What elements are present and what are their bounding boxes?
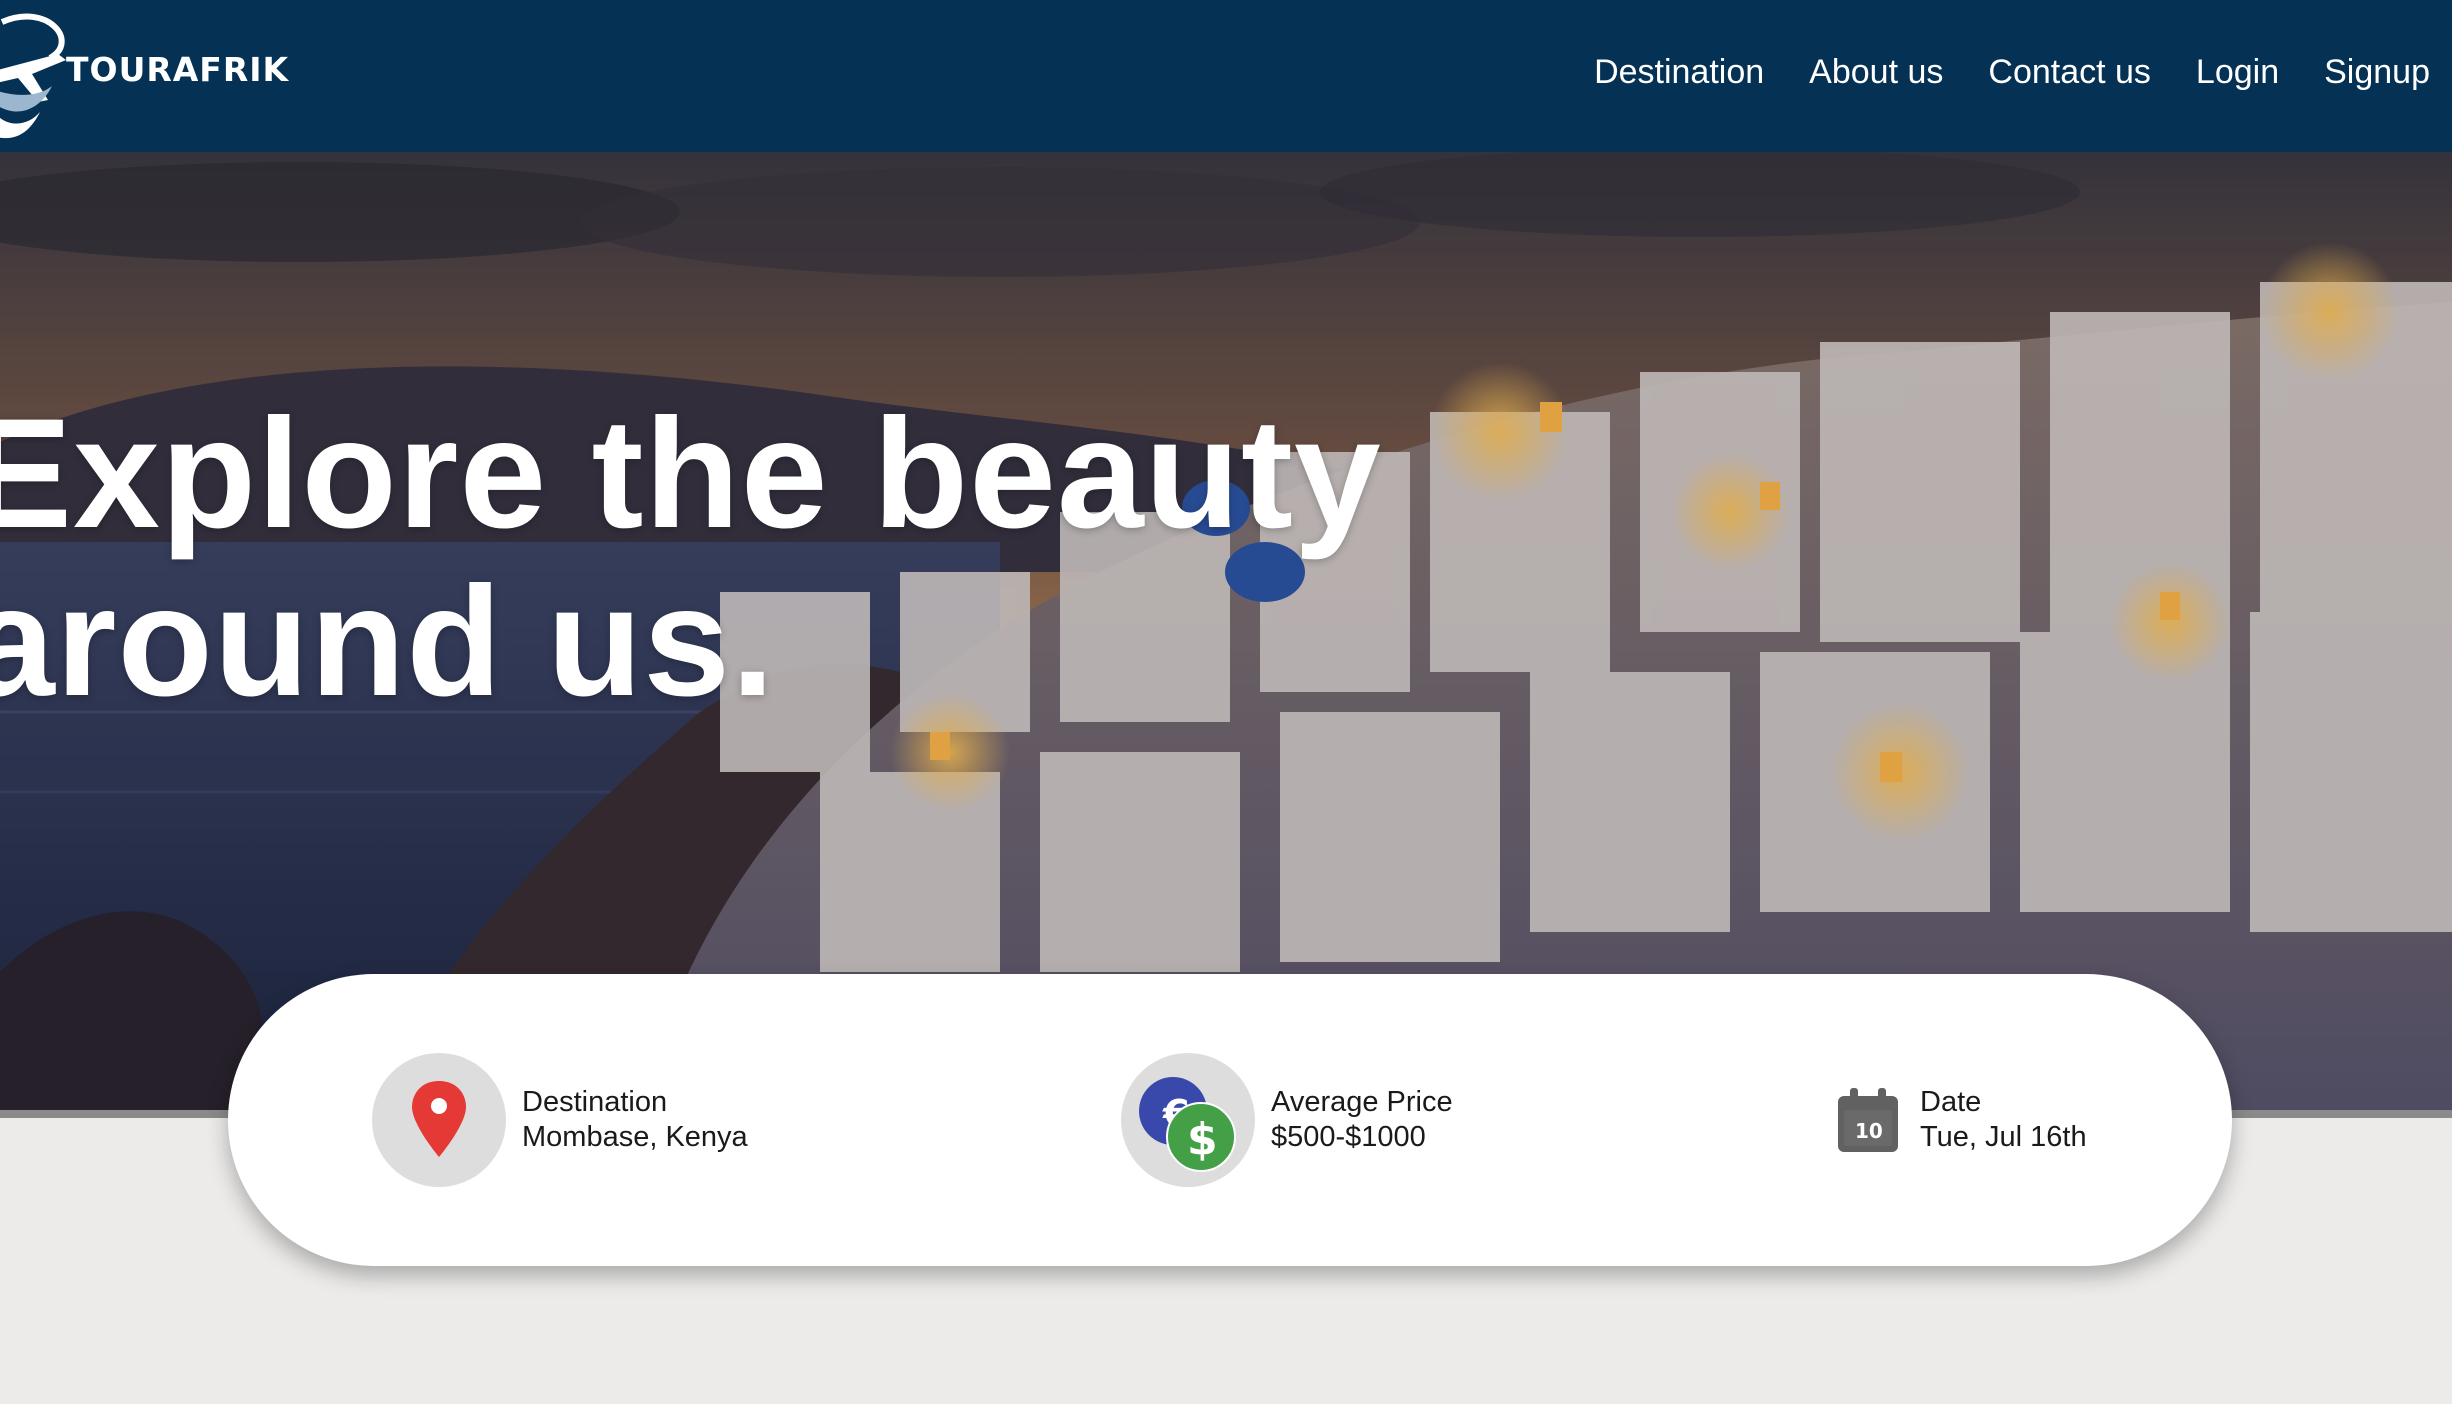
date-selector[interactable]: 10 Date Tue, Jul 16th: [1832, 1052, 2087, 1188]
nav-about-link[interactable]: About us: [1809, 48, 1943, 96]
destination-value: Mombase, Kenya: [522, 1121, 748, 1153]
price-value: $500-$1000: [1271, 1121, 1426, 1153]
hero-heading: Explore the beauty around us.: [0, 390, 1382, 726]
hero-heading-line2: around us.: [0, 555, 776, 729]
map-pin-icon: [412, 1081, 466, 1157]
date-text: Date Tue, Jul 16th: [1920, 1085, 2087, 1155]
nav-contact-link[interactable]: Contact us: [1988, 48, 2151, 96]
hero-heading-line1: Explore the beauty: [0, 387, 1382, 561]
destination-text: Destination Mombase, Kenya: [522, 1085, 748, 1155]
nav-menu: Destination About us Contact us Login Si…: [1594, 48, 2430, 96]
calendar-day-number: 10: [1855, 1119, 1883, 1143]
logo[interactable]: TOURAFRIK: [0, 0, 300, 152]
date-value: Tue, Jul 16th: [1920, 1121, 2087, 1153]
hero-banner: Explore the beauty around us.: [0, 152, 2452, 1112]
brand-name: TOURAFRIK: [66, 50, 290, 89]
page: TOURAFRIK Destination About us Contact u…: [0, 0, 2452, 1404]
price-text: Average Price $500-$1000: [1271, 1085, 1453, 1155]
price-label: Average Price: [1271, 1086, 1453, 1118]
search-card: Destination Mombase, Kenya € $ Average P…: [228, 974, 2232, 1266]
price-icon-circle: € $: [1121, 1053, 1255, 1187]
nav-destination-link[interactable]: Destination: [1594, 48, 1764, 96]
destination-selector[interactable]: Destination Mombase, Kenya: [372, 1052, 748, 1188]
nav-login-link[interactable]: Login: [2196, 48, 2279, 96]
currency-icon: € $: [1139, 1077, 1236, 1172]
date-label: Date: [1920, 1086, 1982, 1118]
destination-label: Destination: [522, 1086, 668, 1118]
price-selector[interactable]: € $ Average Price $500-$1000: [1121, 1052, 1453, 1188]
navbar: TOURAFRIK Destination About us Contact u…: [0, 0, 2452, 152]
calendar-icon: 10: [1832, 1084, 1904, 1156]
destination-icon-circle: [372, 1053, 506, 1187]
nav-signup-link[interactable]: Signup: [2324, 48, 2430, 96]
svg-text:$: $: [1187, 1114, 1218, 1165]
